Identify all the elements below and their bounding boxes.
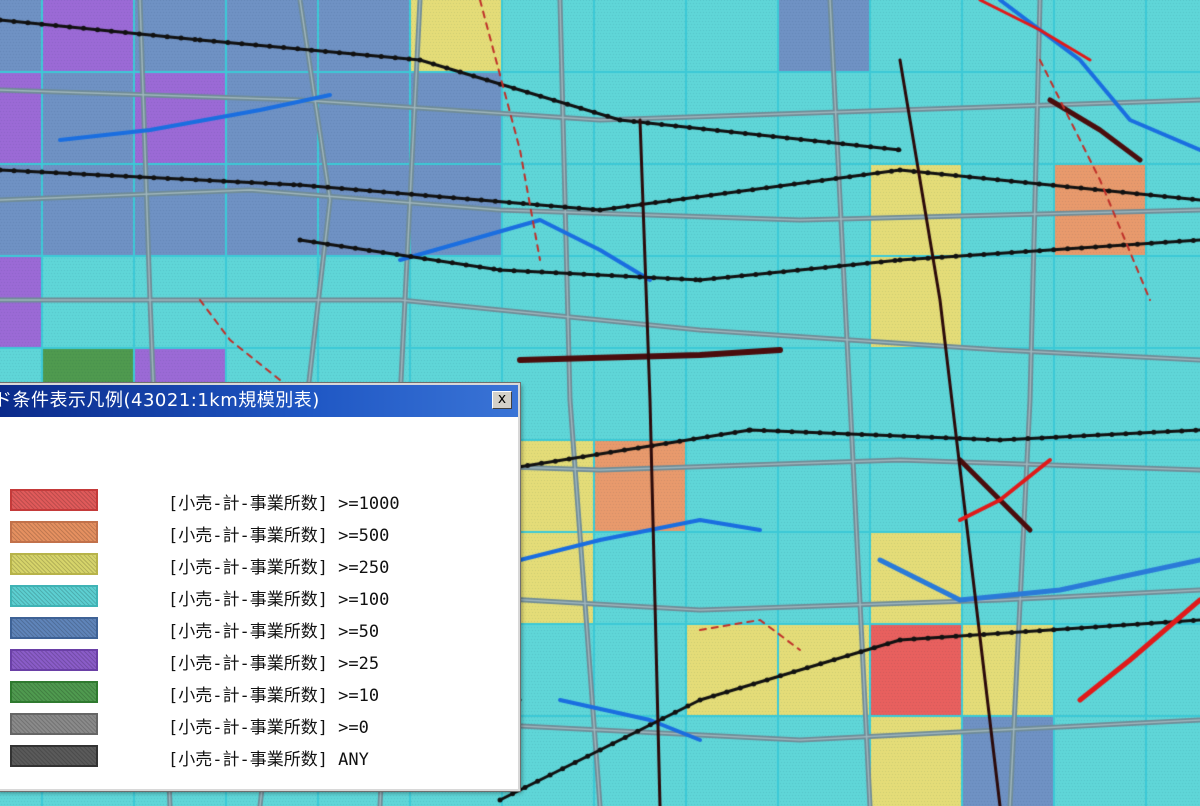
legend-swatch-10 <box>10 681 98 703</box>
legend-item: [小売-計-事業所数] >=50 <box>0 615 518 643</box>
legend-item-label: [小売-計-事業所数] >=25 <box>168 654 380 674</box>
legend-item: [小売-計-事業所数] ANY <box>0 743 518 771</box>
legend-item-label: [小売-計-事業所数] ANY <box>168 750 369 770</box>
legend-body: [小売-計-事業所数] >=1000 [小売-計-事業所数] >=500 [小売… <box>0 417 518 789</box>
legend-item: [小売-計-事業所数] >=10 <box>0 679 518 707</box>
legend-item: [小売-計-事業所数] >=1000 <box>0 487 518 515</box>
legend-item: [小売-計-事業所数] >=500 <box>0 519 518 547</box>
close-button[interactable]: x <box>492 391 512 409</box>
legend-titlebar[interactable]: ド条件表示凡例(43021:1km規模別表) x <box>0 385 518 417</box>
legend-item-label: [小売-計-事業所数] >=1000 <box>168 494 400 514</box>
close-icon: x <box>497 391 507 407</box>
legend-item-label: [小売-計-事業所数] >=0 <box>168 718 369 738</box>
legend-swatch-500 <box>10 521 98 543</box>
legend-item-label: [小売-計-事業所数] >=10 <box>168 686 380 706</box>
legend-item: [小売-計-事業所数] >=0 <box>0 711 518 739</box>
legend-item-label: [小売-計-事業所数] >=250 <box>168 558 390 578</box>
legend-swatch-100 <box>10 585 98 607</box>
legend-item-label: [小売-計-事業所数] >=500 <box>168 526 390 546</box>
legend-window[interactable]: ド条件表示凡例(43021:1km規模別表) x [小売-計-事業所数] >=1… <box>0 383 520 791</box>
legend-swatch-50 <box>10 617 98 639</box>
legend-swatch-1000 <box>10 489 98 511</box>
legend-swatch-any <box>10 745 98 767</box>
legend-swatch-250 <box>10 553 98 575</box>
legend-title: ド条件表示凡例(43021:1km規模別表) <box>0 390 320 411</box>
legend-swatch-0 <box>10 713 98 735</box>
legend-item: [小売-計-事業所数] >=25 <box>0 647 518 675</box>
legend-item: [小売-計-事業所数] >=250 <box>0 551 518 579</box>
legend-swatch-25 <box>10 649 98 671</box>
legend-item: [小売-計-事業所数] >=100 <box>0 583 518 611</box>
legend-item-label: [小売-計-事業所数] >=50 <box>168 622 380 642</box>
legend-item-label: [小売-計-事業所数] >=100 <box>168 590 390 610</box>
